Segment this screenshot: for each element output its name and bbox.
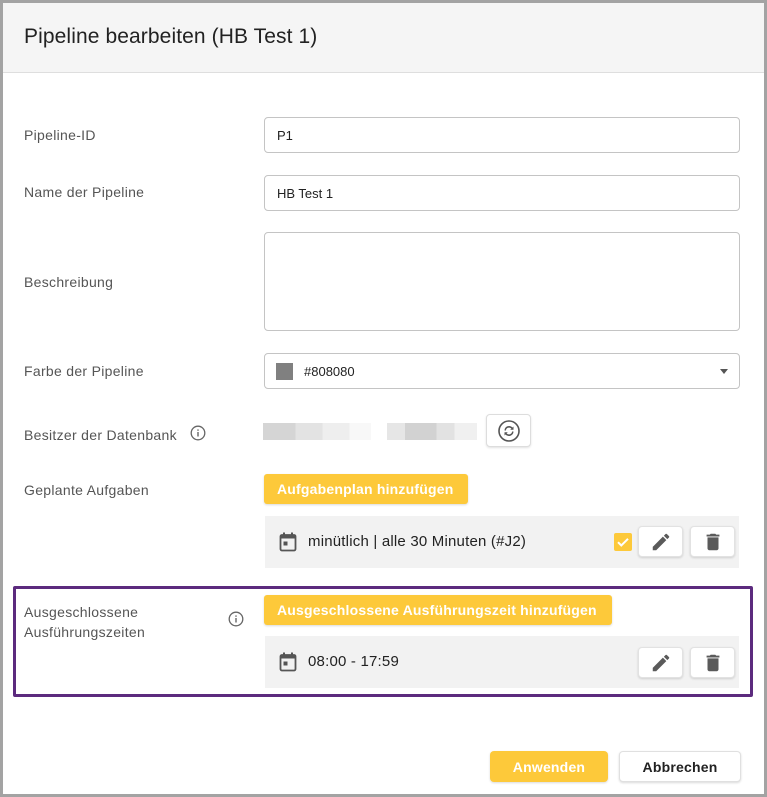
edit-excluded-time-button[interactable] [638, 647, 683, 678]
pipeline-id-label: Pipeline-ID [24, 127, 96, 143]
delete-schedule-button[interactable] [690, 526, 735, 557]
pencil-icon [652, 533, 670, 551]
excluded-times-label-line2: Ausführungszeiten [24, 624, 146, 640]
dialog-header: Pipeline bearbeiten (HB Test 1) [3, 3, 764, 73]
schedule-enabled-checkbox[interactable] [614, 533, 632, 551]
color-value: #808080 [304, 364, 355, 379]
edit-schedule-button[interactable] [638, 526, 683, 557]
sync-icon [498, 420, 520, 442]
check-icon [617, 538, 629, 547]
apply-button[interactable]: Anwenden [490, 751, 608, 782]
redacted-owner-name [263, 423, 371, 440]
trash-icon [706, 533, 720, 551]
add-excluded-time-button[interactable]: Ausgeschlossene Ausführungszeit hinzufüg… [264, 595, 612, 625]
chevron-down-icon [720, 369, 728, 374]
calendar-icon [279, 532, 297, 552]
redacted-owner-id [387, 423, 477, 440]
excluded-time-text: 08:00 - 17:59 [308, 653, 400, 670]
cancel-button[interactable]: Abbrechen [619, 751, 741, 782]
add-schedule-button[interactable]: Aufgabenplan hinzufügen [264, 474, 468, 504]
schedule-item-text: minütlich | alle 30 Minuten (#J2) [308, 533, 527, 550]
pipeline-color-label: Farbe der Pipeline [24, 363, 144, 379]
description-label: Beschreibung [24, 274, 114, 290]
color-swatch [276, 363, 293, 380]
description-textarea[interactable] [264, 232, 740, 331]
info-icon[interactable] [228, 611, 244, 627]
pipeline-name-input[interactable] [264, 175, 740, 211]
schedule-item: minütlich | alle 30 Minuten (#J2) [265, 516, 739, 568]
pipeline-color-select[interactable]: #808080 [264, 353, 740, 389]
info-icon[interactable] [190, 425, 206, 441]
pipeline-id-input[interactable] [264, 117, 740, 153]
calendar-icon [279, 652, 297, 672]
excluded-times-label: Ausgeschlossene Ausführungszeiten [24, 602, 145, 642]
pipeline-name-label: Name der Pipeline [24, 184, 145, 200]
refresh-owner-button[interactable] [486, 414, 531, 447]
db-owner-label: Besitzer der Datenbank [24, 427, 177, 443]
trash-icon [706, 654, 720, 672]
excluded-time-item: 08:00 - 17:59 [265, 636, 739, 688]
delete-excluded-time-button[interactable] [690, 647, 735, 678]
pencil-icon [652, 654, 670, 672]
dialog-title: Pipeline bearbeiten (HB Test 1) [24, 25, 318, 48]
edit-pipeline-dialog: Pipeline bearbeiten (HB Test 1) Pipeline… [0, 0, 767, 797]
excluded-times-label-line1: Ausgeschlossene [24, 604, 139, 620]
scheduled-tasks-label: Geplante Aufgaben [24, 482, 149, 498]
